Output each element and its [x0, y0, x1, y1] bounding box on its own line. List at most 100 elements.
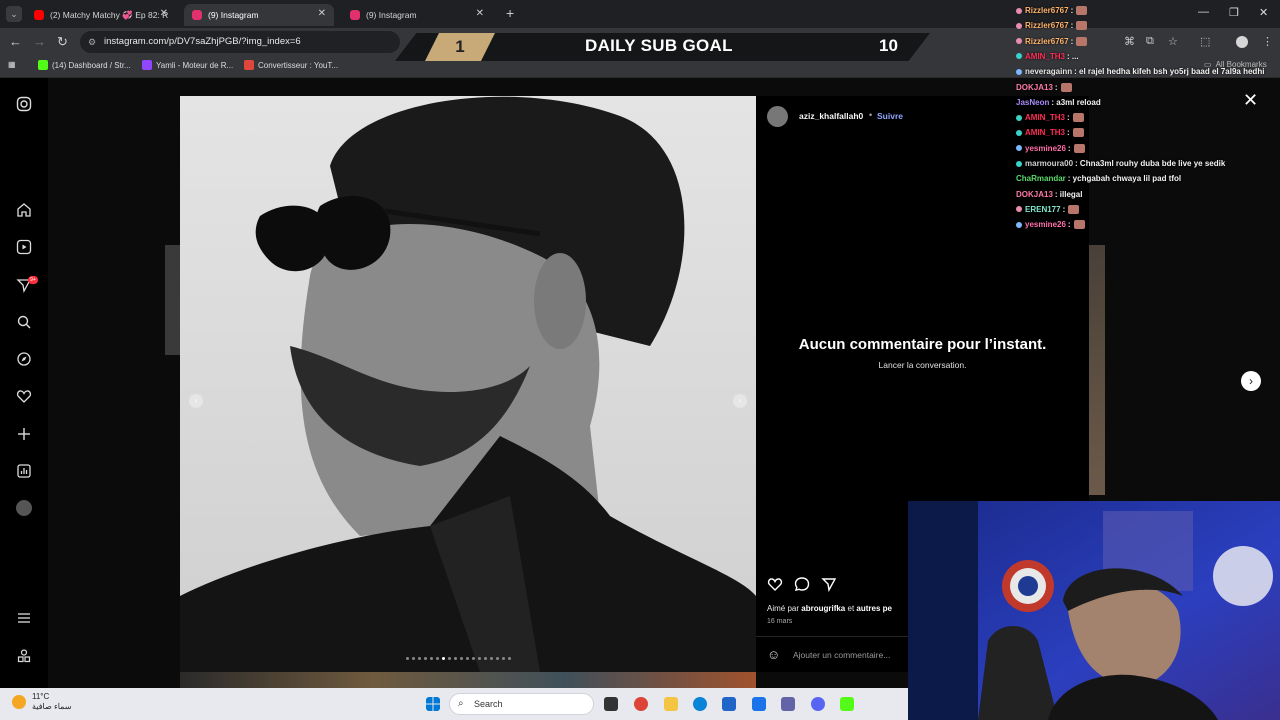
apps-grid-icon[interactable]: ▦: [8, 60, 16, 69]
windows-start-icon[interactable]: [426, 697, 440, 711]
comment-icon[interactable]: [794, 576, 810, 592]
reload-icon[interactable]: ↻: [57, 34, 68, 50]
weather-widget[interactable]: 11°C سماء صافية: [12, 692, 72, 712]
kick-app-icon[interactable]: [840, 697, 854, 711]
carousel-dot[interactable]: [412, 657, 415, 660]
carousel-dot[interactable]: [454, 657, 457, 660]
instagram-logo-icon[interactable]: [16, 96, 32, 112]
bookmark-dashboard[interactable]: (14) Dashboard / Str...: [38, 60, 131, 70]
carousel-dot[interactable]: [490, 657, 493, 660]
chat-username[interactable]: AMIN_TH3: [1025, 52, 1065, 61]
address-bar[interactable]: ⚙ instagram.com/p/DV7saZhjPGB/?img_index…: [80, 31, 400, 53]
follow-button[interactable]: Suivre: [877, 111, 903, 121]
minimize-icon[interactable]: —: [1198, 6, 1209, 18]
like-heart-icon[interactable]: [767, 576, 783, 592]
chat-username[interactable]: Rizzler6767: [1025, 21, 1069, 30]
dashboard-icon[interactable]: [16, 463, 32, 479]
profile-icon[interactable]: [16, 500, 32, 516]
carousel-dot[interactable]: [472, 657, 475, 660]
tab-youtube[interactable]: (2) Matchy Matchy 💞 Ep 82: R ✕: [26, 4, 176, 26]
liked-others[interactable]: autres pe: [856, 604, 892, 613]
carousel-dot[interactable]: [430, 657, 433, 660]
chat-username[interactable]: neveragainn: [1025, 67, 1072, 76]
back-icon[interactable]: ←: [9, 34, 22, 49]
next-post-icon[interactable]: ›: [1241, 371, 1261, 391]
carousel-dot[interactable]: [508, 657, 511, 660]
bookmark-converter[interactable]: Convertisseur : YouT...: [244, 60, 338, 70]
chat-username[interactable]: ChaRmandar: [1016, 174, 1066, 183]
taskbar-search-box[interactable]: ⌕ Search: [449, 693, 594, 715]
carousel-dot[interactable]: [496, 657, 499, 660]
menu-icon[interactable]: [16, 610, 32, 626]
chat-username[interactable]: EREN177: [1025, 205, 1061, 214]
liked-by-user[interactable]: abrougrifka: [801, 604, 845, 613]
carousel-dot[interactable]: [502, 657, 505, 660]
carousel-dot[interactable]: [478, 657, 481, 660]
outlook-icon[interactable]: [752, 697, 766, 711]
add-comment-input[interactable]: Ajouter un commentaire...: [793, 650, 890, 660]
create-icon[interactable]: [16, 426, 32, 442]
notifications-icon[interactable]: [16, 388, 32, 404]
carousel-dot[interactable]: [460, 657, 463, 660]
translate-icon[interactable]: ⌘: [1124, 35, 1135, 48]
extensions-icon[interactable]: ⬚: [1200, 35, 1210, 48]
edge-icon[interactable]: [693, 697, 707, 711]
restore-icon[interactable]: ❐: [1229, 6, 1239, 19]
chat-username[interactable]: marmoura00: [1025, 159, 1073, 168]
carousel-dot[interactable]: [424, 657, 427, 660]
more-menu-icon[interactable]: ⋮: [1262, 35, 1273, 48]
post-photo[interactable]: ‹ ›: [180, 96, 756, 672]
carousel-prev-icon[interactable]: ‹: [189, 394, 203, 408]
bookmark-star-icon[interactable]: ☆: [1168, 35, 1178, 48]
teams-icon[interactable]: [781, 697, 795, 711]
site-info-icon[interactable]: ⚙: [88, 31, 96, 53]
chat-text: :: [1067, 113, 1070, 123]
reels-icon[interactable]: [16, 239, 32, 255]
close-modal-icon[interactable]: ✕: [1243, 90, 1258, 111]
explore-icon[interactable]: [16, 351, 32, 367]
tab-search-button[interactable]: ⌄: [6, 6, 22, 22]
carousel-dot[interactable]: [418, 657, 421, 660]
chat-username[interactable]: DOKJA13: [1016, 83, 1053, 92]
carousel-dot[interactable]: [436, 657, 439, 660]
carousel-dot[interactable]: [442, 657, 445, 660]
carousel-dot[interactable]: [466, 657, 469, 660]
tab-instagram[interactable]: (9) Instagram ✕: [342, 4, 492, 26]
chat-username[interactable]: Rizzler6767: [1025, 37, 1069, 46]
search-icon[interactable]: [16, 314, 32, 330]
carousel-next-icon[interactable]: ›: [733, 394, 747, 408]
tab-close-icon[interactable]: ✕: [318, 8, 326, 19]
liked-prefix: Aimé par: [767, 604, 800, 613]
emoji-picker-icon[interactable]: ☺: [767, 647, 780, 662]
store-icon[interactable]: [722, 697, 736, 711]
tab-close-icon[interactable]: ✕: [160, 8, 168, 19]
new-tab-icon[interactable]: +: [506, 5, 514, 21]
home-icon[interactable]: [16, 202, 32, 218]
chat-username[interactable]: yesmine26: [1025, 144, 1066, 153]
profile-avatar-icon[interactable]: [1236, 36, 1248, 48]
window-close-icon[interactable]: ✕: [1259, 6, 1268, 19]
chat-username[interactable]: Rizzler6767: [1025, 6, 1069, 15]
chat-username[interactable]: JasNeon: [1016, 98, 1049, 107]
chrome-icon[interactable]: [634, 697, 648, 711]
chat-username[interactable]: yesmine26: [1025, 220, 1066, 229]
liked-by-text[interactable]: Aimé par abrougrifka et autres pe: [767, 604, 892, 613]
meta-icon[interactable]: [16, 648, 32, 664]
file-explorer-icon[interactable]: [664, 697, 678, 711]
chat-username[interactable]: AMIN_TH3: [1025, 128, 1065, 137]
share-icon[interactable]: [821, 576, 837, 592]
carousel-dot[interactable]: [448, 657, 451, 660]
carousel-dot[interactable]: [406, 657, 409, 660]
chat-username[interactable]: AMIN_TH3: [1025, 113, 1065, 122]
task-view-icon[interactable]: [604, 697, 618, 711]
chat-username[interactable]: DOKJA13: [1016, 190, 1053, 199]
forward-icon[interactable]: →: [33, 34, 46, 49]
tab-close-icon[interactable]: ✕: [476, 8, 484, 19]
carousel-dot[interactable]: [484, 657, 487, 660]
tab-instagram-active[interactable]: (9) Instagram ✕: [184, 4, 334, 26]
cast-icon[interactable]: ⧉: [1146, 35, 1154, 48]
discord-icon[interactable]: [811, 697, 825, 711]
bookmark-yamli[interactable]: Yamli - Moteur de R...: [142, 60, 233, 70]
author-username[interactable]: aziz_khalfallah0: [799, 111, 863, 121]
author-avatar[interactable]: [767, 106, 788, 127]
